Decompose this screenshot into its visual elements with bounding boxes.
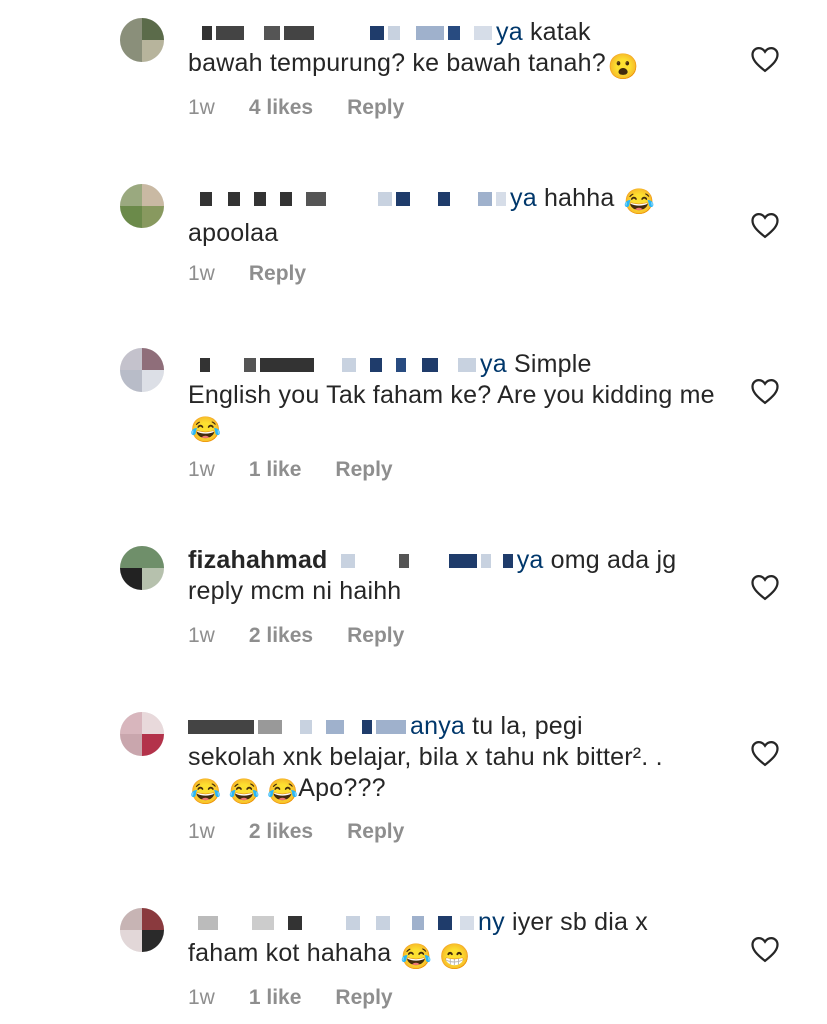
heart-outline-icon[interactable] — [750, 211, 780, 239]
mention-link[interactable]: ny — [478, 908, 505, 936]
reply-button[interactable]: Reply — [249, 262, 306, 285]
comment-username[interactable]: fizahahmad — [188, 546, 328, 574]
avatar[interactable] — [120, 184, 164, 228]
likes-count[interactable]: 4 likes — [249, 96, 313, 119]
likes-count[interactable]: 2 likes — [249, 820, 313, 843]
timestamp: 1w — [188, 624, 215, 647]
heart-outline-icon[interactable] — [750, 739, 780, 767]
timestamp: 1w — [188, 262, 215, 285]
emoji: 😂 — [190, 416, 222, 444]
comment-text: ya hahha 😂 apoolaa — [188, 184, 655, 247]
avatar[interactable] — [120, 712, 164, 756]
comment-meta: 1w 2 likes Reply — [188, 820, 438, 844]
timestamp: 1w — [188, 986, 215, 1009]
mention-link[interactable]: ya — [480, 350, 507, 378]
avatar[interactable] — [120, 546, 164, 590]
emoji: 😂 — [623, 188, 655, 216]
redacted-username — [202, 26, 212, 41]
comment-text: ny iyer sb dia x faham kot hahaha 😂 😁 — [188, 908, 648, 971]
likes-count[interactable]: 2 likes — [249, 624, 313, 647]
timestamp: 1w — [188, 96, 215, 119]
reply-button[interactable]: Reply — [347, 624, 404, 647]
mention-link[interactable]: ya — [517, 546, 544, 574]
reply-button[interactable]: Reply — [347, 96, 404, 119]
comment-meta: 1w 1 like Reply — [188, 986, 427, 1010]
comment-text: fizahahmad ya omg ada jg reply mcm ni ha… — [188, 546, 677, 605]
heart-outline-icon[interactable] — [750, 45, 780, 73]
comment-meta: 1w 2 likes Reply — [188, 624, 438, 648]
reply-button[interactable]: Reply — [347, 820, 404, 843]
avatar[interactable] — [120, 908, 164, 952]
emoji: 😮 — [607, 53, 640, 81]
timestamp: 1w — [188, 820, 215, 843]
avatar[interactable] — [120, 18, 164, 62]
heart-outline-icon[interactable] — [750, 573, 780, 601]
likes-count[interactable]: 1 like — [249, 458, 302, 481]
timestamp: 1w — [188, 458, 215, 481]
mention-link[interactable]: ya — [496, 18, 523, 46]
comment-meta: 1w Reply — [188, 262, 340, 286]
heart-outline-icon[interactable] — [750, 377, 780, 405]
reply-button[interactable]: Reply — [335, 458, 392, 481]
mention-link[interactable]: ya — [510, 184, 537, 212]
comment-meta: 1w 1 like Reply — [188, 458, 427, 482]
comment-text: anya tu la, pegi sekolah xnk belajar, bi… — [188, 712, 663, 806]
reply-button[interactable]: Reply — [335, 986, 392, 1009]
comment-text: ya Simple English you Tak faham ke? Are … — [188, 350, 715, 444]
comment-meta: 1w 4 likes Reply — [188, 96, 438, 120]
emoji: 😂 😂 😂 — [190, 778, 299, 806]
likes-count[interactable]: 1 like — [249, 986, 302, 1009]
heart-outline-icon[interactable] — [750, 935, 780, 963]
mention-link[interactable]: anya — [410, 712, 465, 740]
avatar[interactable] — [120, 348, 164, 392]
comment-text: ya katak bawah tempurung? ke bawah tanah… — [188, 18, 640, 81]
emoji: 😂 😁 — [400, 943, 471, 971]
